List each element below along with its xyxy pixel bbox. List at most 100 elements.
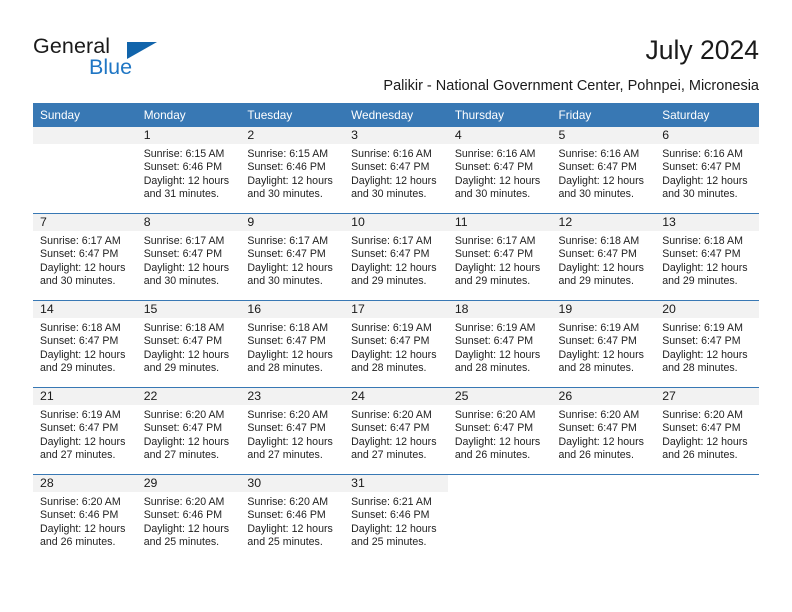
calendar-day-cell[interactable]: 16 Sunrise: 6:18 AM Sunset: 6:47 PM Dayligh… — [240, 300, 345, 388]
calendar-day-cell[interactable]: 3 Sunrise: 6:16 AM Sunset: 6:47 PM Daylight… — [344, 127, 448, 214]
day-info: Sunrise: 6:20 AM Sunset: 6:47 PM Daylight:… — [344, 405, 448, 463]
calendar-day-cell[interactable]: 23 Sunrise: 6:20 AM Sunset: 6:47 PM Dayligh… — [240, 387, 345, 475]
daylight-duration-line2: and 30 minutes. — [558, 188, 634, 201]
daylight-duration-line2: and 26 minutes. — [662, 449, 738, 462]
sunset-time: Sunset: 6:47 PM — [662, 422, 741, 435]
day-info: Sunrise: 6:17 AM Sunset: 6:47 PM Daylight:… — [33, 231, 137, 289]
day-info: Sunrise: 6:20 AM Sunset: 6:47 PM Daylight:… — [655, 405, 759, 463]
day-info: Sunrise: 6:19 AM Sunset: 6:47 PM Daylight:… — [33, 405, 137, 463]
brand-logo[interactable]: General Blue — [33, 34, 233, 86]
calendar-day-cell[interactable]: 21 Sunrise: 6:19 AM Sunset: 6:47 PM Dayligh… — [33, 387, 137, 475]
sunset-time: Sunset: 6:47 PM — [454, 335, 534, 348]
calendar-day-cell[interactable]: 27 Sunrise: 6:20 AM Sunset: 6:47 PM Dayligh… — [655, 387, 759, 475]
calendar-day-cell[interactable]: 13 Sunrise: 6:18 AM Sunset: 6:47 PM Dayligh… — [655, 213, 759, 301]
calendar-day-cell[interactable]: 29 Sunrise: 6:20 AM Sunset: 6:46 PM Dayligh… — [136, 474, 241, 561]
sunrise-time: Sunrise: 6:17 AM — [247, 235, 329, 247]
daylight-duration-line1: Daylight: 12 hours — [143, 174, 230, 187]
daylight-duration-line1: Daylight: 12 hours — [662, 348, 748, 361]
daylight-duration-line1: Daylight: 12 hours — [143, 261, 230, 274]
column-header-monday: Monday — [136, 103, 241, 127]
day-number — [448, 475, 552, 492]
daylight-duration-line2: and 30 minutes. — [351, 188, 427, 201]
daylight-duration-line2: and 27 minutes. — [143, 449, 220, 462]
daylight-duration-line2: and 29 minutes. — [143, 362, 220, 375]
calendar-day-cell[interactable]: 28 Sunrise: 6:20 AM Sunset: 6:46 PM Dayligh… — [33, 474, 137, 561]
daylight-duration-line2: and 27 minutes. — [40, 449, 116, 462]
day-info: Sunrise: 6:20 AM Sunset: 6:47 PM Daylight:… — [448, 405, 552, 463]
calendar-day-cell[interactable]: 26 Sunrise: 6:20 AM Sunset: 6:47 PM Dayligh… — [551, 387, 656, 475]
calendar-day-cell[interactable]: 6 Sunrise: 6:16 AM Sunset: 6:47 PM Daylight… — [655, 127, 759, 214]
sunrise-time: Sunrise: 6:20 AM — [247, 496, 329, 508]
calendar-day-cell[interactable]: 19 Sunrise: 6:19 AM Sunset: 6:47 PM Dayligh… — [551, 300, 656, 388]
day-info: Sunrise: 6:20 AM Sunset: 6:46 PM Daylight:… — [33, 492, 137, 550]
column-header-friday: Friday — [551, 103, 656, 127]
calendar-day-cell[interactable]: 31 Sunrise: 6:21 AM Sunset: 6:46 PM Dayligh… — [344, 474, 448, 561]
daylight-duration-line1: Daylight: 12 hours — [143, 522, 230, 535]
day-info: Sunrise: 6:18 AM Sunset: 6:47 PM Daylight:… — [552, 231, 656, 289]
daylight-duration-line2: and 27 minutes. — [351, 449, 427, 462]
daylight-duration-line1: Daylight: 12 hours — [247, 435, 333, 448]
calendar-day-cell[interactable]: 24 Sunrise: 6:20 AM Sunset: 6:47 PM Dayligh… — [344, 387, 448, 475]
sunset-time: Sunset: 6:47 PM — [247, 335, 326, 348]
day-info: Sunrise: 6:20 AM Sunset: 6:47 PM Daylight:… — [240, 405, 344, 463]
sunset-time: Sunset: 6:47 PM — [662, 335, 741, 348]
daylight-duration-line2: and 29 minutes. — [454, 275, 531, 288]
calendar-day-cell[interactable]: 4 Sunrise: 6:16 AM Sunset: 6:47 PM Daylight… — [447, 127, 552, 214]
column-header-wednesday: Wednesday — [344, 103, 448, 127]
page-subtitle: Palikir - National Government Center, Po… — [383, 78, 759, 94]
daylight-duration-line1: Daylight: 12 hours — [662, 174, 748, 187]
calendar-day-cell[interactable]: 25 Sunrise: 6:20 AM Sunset: 6:47 PM Dayligh… — [447, 387, 552, 475]
day-number: 23 — [240, 388, 345, 405]
calendar-day-cell[interactable]: 30 Sunrise: 6:20 AM Sunset: 6:46 PM Dayligh… — [240, 474, 345, 561]
calendar-page: General Blue July 2024 Palikir - Nationa… — [0, 0, 792, 612]
calendar-day-cell[interactable]: 22 Sunrise: 6:20 AM Sunset: 6:47 PM Dayligh… — [136, 387, 241, 475]
daylight-duration-line2: and 27 minutes. — [247, 449, 323, 462]
day-number: 12 — [551, 214, 656, 231]
daylight-duration-line2: and 25 minutes. — [247, 536, 323, 549]
calendar-day-cell[interactable]: 7 Sunrise: 6:17 AM Sunset: 6:47 PM Daylight… — [33, 213, 137, 301]
calendar-day-cell[interactable]: 1 Sunrise: 6:15 AM Sunset: 6:46 PM Daylight… — [136, 127, 241, 214]
calendar-day-cell — [655, 474, 759, 561]
day-number: 26 — [551, 388, 656, 405]
sunset-time: Sunset: 6:47 PM — [662, 161, 741, 174]
daylight-duration-line1: Daylight: 12 hours — [351, 348, 437, 361]
sunrise-time: Sunrise: 6:18 AM — [143, 322, 225, 334]
calendar-day-cell[interactable]: 12 Sunrise: 6:18 AM Sunset: 6:47 PM Dayligh… — [551, 213, 656, 301]
day-number: 25 — [447, 388, 552, 405]
day-number: 28 — [33, 475, 137, 492]
day-number: 30 — [240, 475, 345, 492]
day-number: 5 — [551, 127, 656, 144]
day-info: Sunrise: 6:20 AM Sunset: 6:46 PM Daylight:… — [137, 492, 241, 550]
calendar-day-cell[interactable]: 14 Sunrise: 6:18 AM Sunset: 6:47 PM Dayligh… — [33, 300, 137, 388]
calendar-day-cell[interactable]: 8 Sunrise: 6:17 AM Sunset: 6:47 PM Daylight… — [136, 213, 241, 301]
calendar-day-cell[interactable]: 15 Sunrise: 6:18 AM Sunset: 6:47 PM Dayligh… — [136, 300, 241, 388]
calendar-day-cell — [447, 474, 552, 561]
sunset-time: Sunset: 6:47 PM — [40, 248, 119, 261]
sunset-time: Sunset: 6:47 PM — [454, 161, 534, 174]
calendar-day-cell[interactable]: 10 Sunrise: 6:17 AM Sunset: 6:47 PM Dayligh… — [344, 213, 448, 301]
calendar-day-cell[interactable]: 20 Sunrise: 6:19 AM Sunset: 6:47 PM Dayligh… — [655, 300, 759, 388]
sunrise-time: Sunrise: 6:19 AM — [662, 322, 743, 334]
daylight-duration-line1: Daylight: 12 hours — [351, 435, 437, 448]
daylight-duration-line2: and 28 minutes. — [558, 362, 634, 375]
column-header-sunday: Sunday — [33, 103, 137, 127]
day-number: 16 — [240, 301, 345, 318]
calendar-week-row: 7 Sunrise: 6:17 AM Sunset: 6:47 PM Daylight… — [33, 213, 759, 301]
sunrise-time: Sunrise: 6:16 AM — [454, 148, 536, 160]
calendar-day-cell[interactable]: 5 Sunrise: 6:16 AM Sunset: 6:47 PM Daylight… — [551, 127, 656, 214]
calendar-day-cell[interactable]: 9 Sunrise: 6:17 AM Sunset: 6:47 PM Daylight… — [240, 213, 345, 301]
daylight-duration-line1: Daylight: 12 hours — [40, 261, 126, 274]
day-number: 1 — [136, 127, 241, 144]
daylight-duration-line1: Daylight: 12 hours — [454, 435, 541, 448]
daylight-duration-line2: and 30 minutes. — [662, 188, 738, 201]
daylight-duration-line1: Daylight: 12 hours — [247, 261, 333, 274]
calendar-day-cell[interactable]: 2 Sunrise: 6:15 AM Sunset: 6:46 PM Daylight… — [240, 127, 345, 214]
sunset-time: Sunset: 6:47 PM — [662, 248, 741, 261]
sunrise-time: Sunrise: 6:20 AM — [247, 409, 329, 421]
sunset-time: Sunset: 6:47 PM — [558, 422, 637, 435]
sunrise-time: Sunrise: 6:20 AM — [454, 409, 536, 421]
calendar-day-cell[interactable]: 11 Sunrise: 6:17 AM Sunset: 6:47 PM Dayligh… — [447, 213, 552, 301]
day-number: 15 — [136, 301, 241, 318]
calendar-day-cell[interactable]: 18 Sunrise: 6:19 AM Sunset: 6:47 PM Dayligh… — [447, 300, 552, 388]
calendar-day-cell[interactable]: 17 Sunrise: 6:19 AM Sunset: 6:47 PM Dayligh… — [344, 300, 448, 388]
